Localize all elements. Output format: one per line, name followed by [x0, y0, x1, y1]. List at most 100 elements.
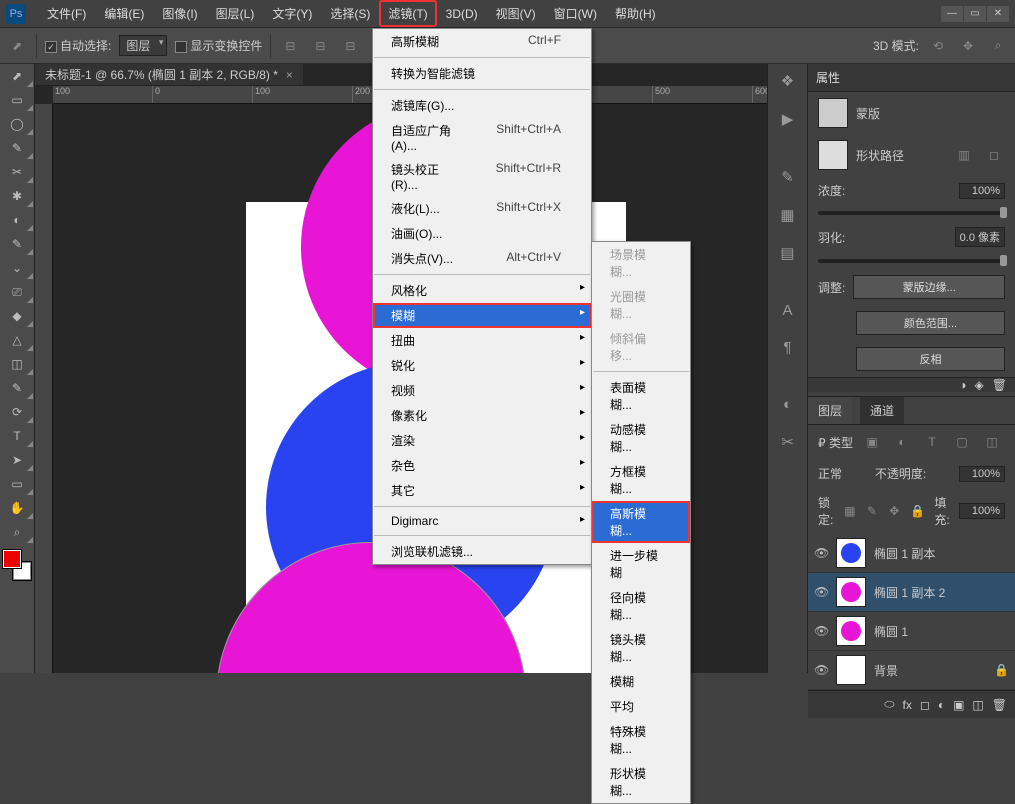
feather-slider[interactable] — [818, 259, 1005, 263]
menu-item-表面模糊...[interactable]: 表面模糊... — [592, 375, 690, 417]
menu-3D(D)[interactable]: 3D(D) — [437, 0, 487, 27]
menu-item-平均[interactable]: 平均 — [592, 694, 690, 719]
layer-row[interactable]: 👁椭圆 1 副本 — [808, 534, 1015, 573]
menu-item-渲染[interactable]: 渲染 — [373, 428, 591, 453]
tool-11[interactable]: △ — [0, 328, 34, 352]
menu-item-液化(L)...[interactable]: 液化(L)...Shift+Ctrl+X — [373, 196, 591, 221]
tool-18[interactable]: ✋ — [0, 496, 34, 520]
menu-item-杂色[interactable]: 杂色 — [373, 453, 591, 478]
menu-滤镜(T)[interactable]: 滤镜(T) — [379, 0, 436, 27]
visibility-icon[interactable]: 👁 — [814, 546, 828, 560]
apply-icon[interactable]: ◈ — [975, 378, 984, 392]
menu-item-其它[interactable]: 其它 — [373, 478, 591, 503]
layer-row[interactable]: 👁背景🔒 — [808, 651, 1015, 690]
minimize-button[interactable]: — — [941, 6, 963, 22]
menu-item-锐化[interactable]: 锐化 — [373, 353, 591, 378]
menu-图像(I)[interactable]: 图像(I) — [153, 0, 206, 27]
trash-icon[interactable]: 🗑 — [992, 698, 1007, 712]
menu-图层(L)[interactable]: 图层(L) — [207, 0, 264, 27]
tool-5[interactable]: ✱ — [0, 184, 34, 208]
menu-item-形状模糊...[interactable]: 形状模糊... — [592, 761, 690, 803]
menu-item-进一步模糊[interactable]: 进一步模糊 — [592, 543, 690, 585]
filter-icon[interactable]: ◫ — [981, 431, 1003, 453]
link-icon[interactable]: ◻ — [983, 144, 1005, 166]
layer-row[interactable]: 👁椭圆 1 — [808, 612, 1015, 651]
group-icon[interactable]: ▣ — [953, 698, 964, 712]
menu-item-高斯模糊[interactable]: 高斯模糊Ctrl+F — [373, 29, 591, 54]
menu-文字(Y)[interactable]: 文字(Y) — [263, 0, 321, 27]
menu-item-自适应广角(A)...[interactable]: 自适应广角(A)...Shift+Ctrl+A — [373, 118, 591, 157]
link-layers-icon[interactable]: ⬭ — [884, 697, 894, 712]
tool-12[interactable]: ◫ — [0, 352, 34, 376]
menu-item-Digimarc[interactable]: Digimarc — [373, 510, 591, 532]
color-swatches[interactable] — [3, 550, 31, 580]
tool-9[interactable]: ⎚ — [0, 280, 34, 304]
mask-icon[interactable]: ◻ — [920, 698, 930, 712]
filter-icon[interactable]: ◐ — [891, 431, 913, 453]
lock-position-icon[interactable]: ✥ — [887, 500, 901, 522]
menu-item-滤镜库(G)...[interactable]: 滤镜库(G)... — [373, 93, 591, 118]
tool-13[interactable]: ✎ — [0, 376, 34, 400]
mask-edge-button[interactable]: 蒙版边缘... — [853, 275, 1005, 299]
play-icon[interactable]: ▶ — [782, 110, 794, 128]
tool-14[interactable]: ⟳ — [0, 400, 34, 424]
auto-select-target[interactable]: 图层 — [119, 35, 167, 56]
para-icon[interactable]: ¶ — [783, 339, 791, 356]
density-value[interactable]: 100% — [959, 183, 1005, 199]
filter-icon[interactable]: T — [921, 431, 943, 453]
zoom-icon[interactable]: ⌕ — [987, 35, 1009, 57]
menu-帮助(H)[interactable]: 帮助(H) — [606, 0, 665, 27]
filter-kind[interactable]: ₽ 类型 — [818, 434, 853, 451]
new-layer-icon[interactable]: ◫ — [972, 698, 983, 712]
menu-item-动感模糊...[interactable]: 动感模糊... — [592, 417, 690, 459]
align-icon[interactable]: ⊟ — [279, 35, 301, 57]
tool-1[interactable]: ▭ — [0, 88, 34, 112]
feather-value[interactable]: 0.0 像素 — [955, 227, 1005, 247]
density-slider[interactable] — [818, 211, 1005, 215]
menu-视图(V)[interactable]: 视图(V) — [487, 0, 545, 27]
fx-icon[interactable]: fx — [903, 698, 912, 712]
invert-button[interactable]: 反相 — [856, 347, 1005, 371]
menu-item-模糊[interactable]: 模糊 — [373, 303, 591, 328]
tool-8[interactable]: ⌄ — [0, 256, 34, 280]
align-icon[interactable]: ⊟ — [339, 35, 361, 57]
menu-item-视频[interactable]: 视频 — [373, 378, 591, 403]
load-sel-icon[interactable]: ◑ — [959, 378, 966, 392]
menu-item-扭曲[interactable]: 扭曲 — [373, 328, 591, 353]
filter-icon[interactable]: ▢ — [951, 431, 973, 453]
lock-transparent-icon[interactable]: ▦ — [843, 500, 857, 522]
menu-item-方框模糊...[interactable]: 方框模糊... — [592, 459, 690, 501]
color-range-button[interactable]: 颜色范围... — [856, 311, 1005, 335]
tool-10[interactable]: ◆ — [0, 304, 34, 328]
layer-row[interactable]: 👁椭圆 1 副本 2 — [808, 573, 1015, 612]
menu-编辑(E)[interactable]: 编辑(E) — [95, 0, 153, 27]
menu-item-特殊模糊...[interactable]: 特殊模糊... — [592, 719, 690, 761]
tool-17[interactable]: ▭ — [0, 472, 34, 496]
menu-item-径向模糊...[interactable]: 径向模糊... — [592, 585, 690, 627]
tool-4[interactable]: ✂ — [0, 160, 34, 184]
menu-item-镜头校正(R)...[interactable]: 镜头校正(R)...Shift+Ctrl+R — [373, 157, 591, 196]
char-icon[interactable]: A — [782, 302, 792, 319]
menu-窗口(W)[interactable]: 窗口(W) — [545, 0, 606, 27]
adjustment-icon[interactable]: ◐ — [938, 698, 945, 712]
lock-pixels-icon[interactable]: ✎ — [865, 500, 879, 522]
document-tab[interactable]: 未标题-1 @ 66.7% (椭圆 1 副本 2, RGB/8) * × — [35, 64, 303, 86]
pan-icon[interactable]: ✥ — [957, 35, 979, 57]
menu-item-镜头模糊...[interactable]: 镜头模糊... — [592, 627, 690, 669]
align-icon[interactable]: ⊟ — [309, 35, 331, 57]
link-icon[interactable]: ▥ — [953, 144, 975, 166]
menu-item-消失点(V)...[interactable]: 消失点(V)...Alt+Ctrl+V — [373, 246, 591, 271]
close-button[interactable]: ✕ — [987, 6, 1009, 22]
properties-header[interactable]: 属性 — [808, 64, 1015, 92]
adjust-icon[interactable]: ◐ — [783, 396, 792, 413]
maximize-button[interactable]: ▭ — [964, 6, 986, 22]
orbit-icon[interactable]: ⟲ — [927, 35, 949, 57]
visibility-icon[interactable]: 👁 — [814, 663, 828, 677]
styles-icon[interactable]: ▤ — [780, 244, 794, 262]
brush-icon[interactable]: ✎ — [781, 168, 794, 186]
visibility-icon[interactable]: 👁 — [814, 624, 828, 638]
trash-icon[interactable]: 🗑 — [992, 378, 1007, 392]
filter-icon[interactable]: ▣ — [861, 431, 883, 453]
tool-16[interactable]: ➤ — [0, 448, 34, 472]
menu-选择(S)[interactable]: 选择(S) — [321, 0, 379, 27]
